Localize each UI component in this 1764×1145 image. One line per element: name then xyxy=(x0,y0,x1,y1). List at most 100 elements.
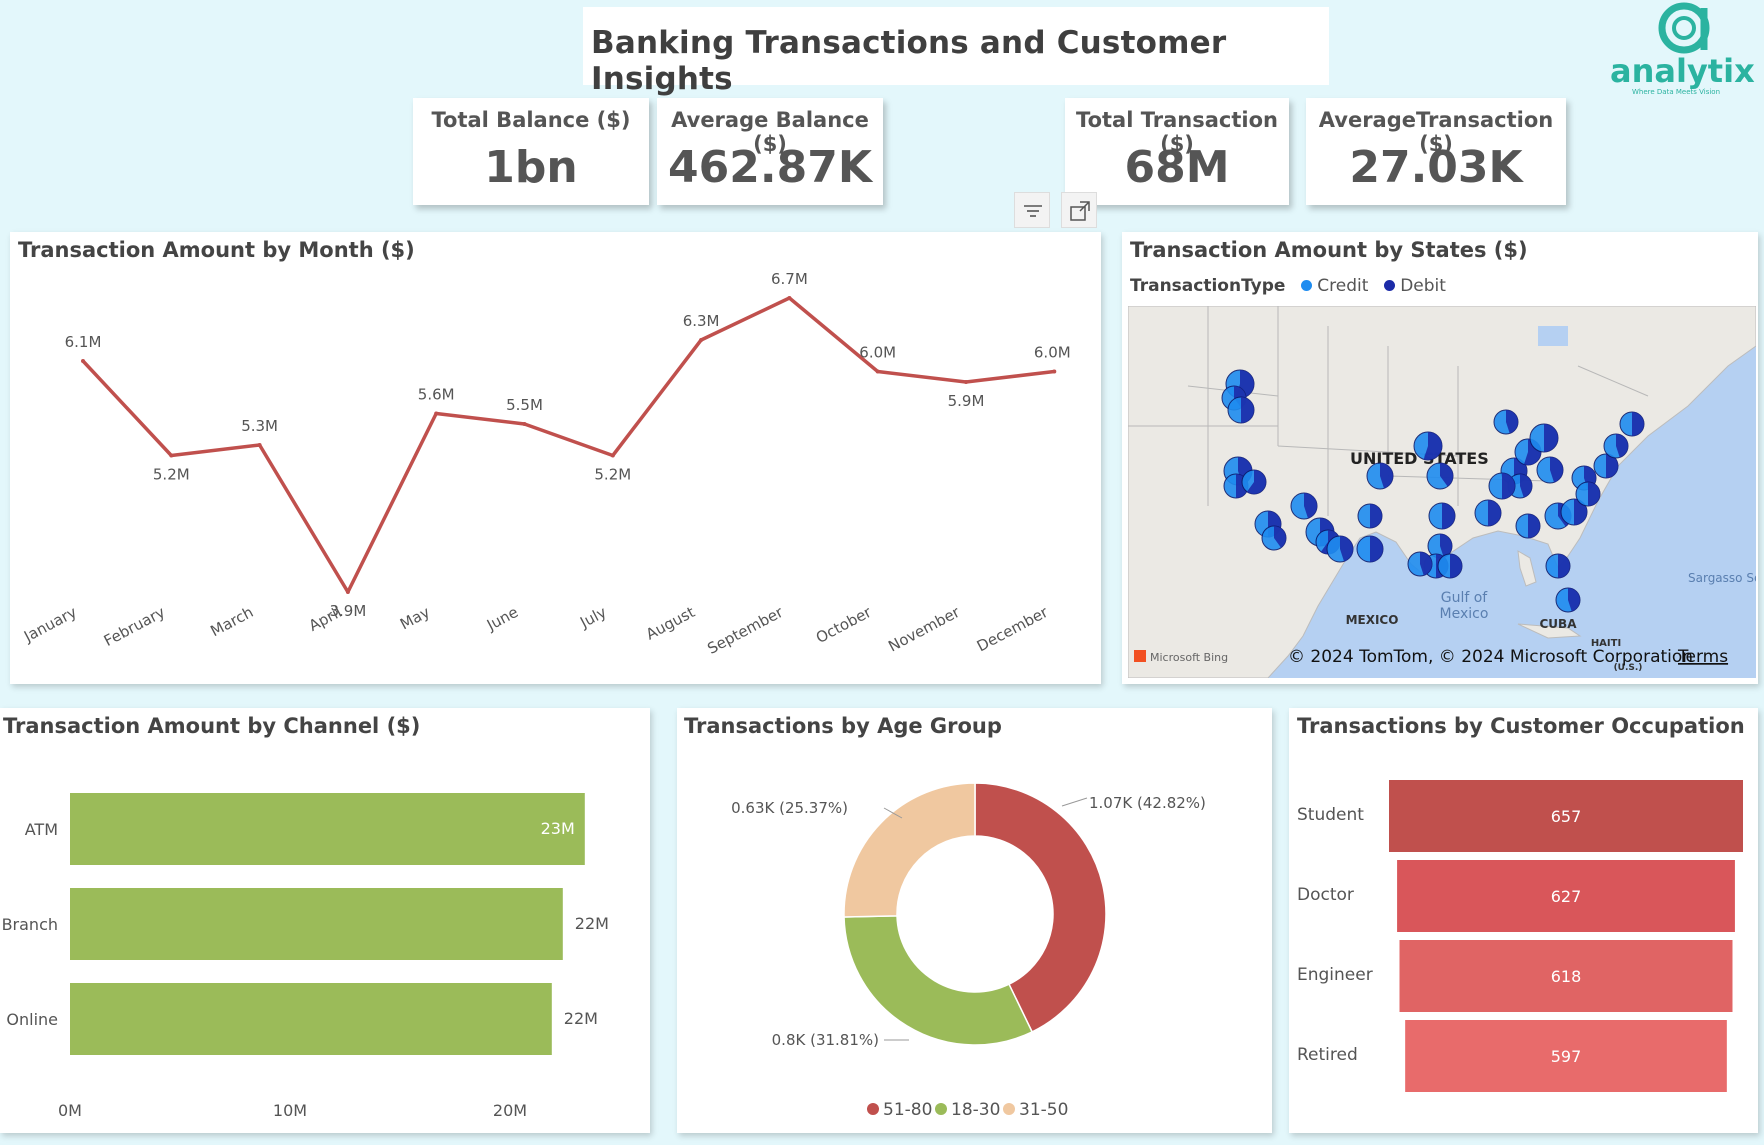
occupation-funnel-chart: 657 Student 627 Doctor 618 Engineer 597 Retired xyxy=(1297,780,1743,1092)
occupation-category-label: Retired xyxy=(1297,1045,1358,1065)
channel-data-label: 23M xyxy=(541,819,575,838)
channel-data-label: 22M xyxy=(564,1009,598,1028)
map-label-gulf: Gulf of xyxy=(1441,590,1489,606)
line-series xyxy=(81,296,1055,594)
legend-marker xyxy=(935,1103,947,1115)
age-donut-card: Transactions by Age Group 1.07K (42.82%)… xyxy=(677,708,1272,1133)
data-label: 5.3M xyxy=(241,417,278,435)
data-label: 6.3M xyxy=(683,312,720,330)
line-point xyxy=(875,369,880,374)
x-tick-label: October xyxy=(813,603,875,647)
x-tick-label: March xyxy=(207,603,256,640)
kpi-average-transaction: AverageTransaction ($) 27.03K xyxy=(1306,98,1566,205)
x-tick-label: 20M xyxy=(493,1101,527,1120)
line-point xyxy=(434,411,439,416)
line-point xyxy=(699,338,704,342)
channel-bar xyxy=(70,983,552,1055)
x-tick-label: September xyxy=(704,603,786,658)
map-view[interactable]: UNITED STATESGulf ofMexicoMEXICO CUBASarg… xyxy=(1128,306,1756,678)
x-tick-label: November xyxy=(885,603,963,656)
x-tick-label: December xyxy=(974,603,1052,656)
kpi-average-balance: Average Balance ($) 462.87K xyxy=(657,98,883,205)
occupation-value-label: 627 xyxy=(1551,887,1582,906)
line-point xyxy=(610,453,615,458)
filter-button[interactable] xyxy=(1014,192,1050,228)
data-label: 5.9M xyxy=(948,392,985,410)
legend-debit-label[interactable]: Debit xyxy=(1400,276,1446,296)
occupation-value-label: 597 xyxy=(1551,1047,1582,1066)
map-label-sargasso: Sargasso Sea xyxy=(1688,571,1756,585)
legend-debit-icon xyxy=(1383,280,1395,291)
donut-slice xyxy=(843,782,976,918)
occupation-category-label: Student xyxy=(1297,805,1364,825)
x-tick-label: February xyxy=(101,603,168,650)
x-tick-label: 0M xyxy=(58,1101,82,1120)
legend-label: 51-80 xyxy=(883,1100,932,1120)
focus-mode-icon xyxy=(1070,201,1090,221)
data-label: 5.2M xyxy=(153,466,190,484)
map-lake xyxy=(1538,326,1568,346)
x-tick-label: January xyxy=(20,603,80,646)
donut-leader-line xyxy=(1061,797,1088,807)
donut-data-label: 0.63K (25.37%) xyxy=(731,799,848,817)
donut-data-label: 0.8K (31.81%) xyxy=(772,1031,879,1049)
kpi-total-balance: Total Balance ($) 1bn xyxy=(413,98,649,205)
map-legend-title: TransactionType xyxy=(1130,276,1286,296)
x-tick-label: 10M xyxy=(273,1101,307,1120)
occupation-funnel-card: Transactions by Customer Occupation 657 S… xyxy=(1289,708,1758,1133)
line-chart: 6.1MJanuary5.2MFebruary5.3MMarch 3.9MApri… xyxy=(20,270,1071,658)
logo-tagline: Where Data Meets Vision xyxy=(1632,88,1720,96)
channel-bar-chart: ATM 23M Branch 22M Online 22M 0M 10M 20M xyxy=(2,793,609,1120)
kpi-value: 68M xyxy=(1124,142,1230,193)
channel-category-label: Branch xyxy=(2,915,58,934)
occupation-value-label: 618 xyxy=(1551,967,1582,986)
logo-wordmark: analytix xyxy=(1610,52,1755,90)
data-label: 5.6M xyxy=(418,386,455,404)
kpi-label: Total Balance ($) xyxy=(431,108,631,132)
channel-category-label: Online xyxy=(6,1010,58,1029)
donut-slice xyxy=(843,915,1034,1046)
occupation-value-label: 657 xyxy=(1551,807,1582,826)
legend-marker xyxy=(1003,1103,1015,1115)
map-label-gulf-2: Mexico xyxy=(1440,606,1489,622)
line-point xyxy=(345,590,350,594)
line-point xyxy=(964,380,968,384)
page-title: Banking Transactions and Customer Insigh… xyxy=(591,25,1227,97)
data-label: 6.0M xyxy=(1034,344,1071,362)
donut-data-label: 1.07K (42.82%) xyxy=(1089,794,1206,812)
map-legend: TransactionType Credit Debit xyxy=(1130,276,1446,296)
kpi-value: 462.87K xyxy=(668,142,872,193)
channel-data-label: 22M xyxy=(575,914,609,933)
line-point xyxy=(787,296,792,300)
legend-credit-label[interactable]: Credit xyxy=(1317,276,1368,296)
channel-bar-card: Transaction Amount by Channel ($) ATM 23M… xyxy=(0,708,650,1133)
x-tick-label: June xyxy=(483,603,521,635)
legend-label: 18-30 xyxy=(951,1100,1000,1120)
line-chart-card: Transaction Amount by Month ($) 6.1M Janu… xyxy=(10,232,1101,684)
focus-mode-button[interactable] xyxy=(1061,192,1097,228)
bing-logo-icon xyxy=(1134,650,1146,662)
channel-category-label: ATM xyxy=(25,820,58,839)
line-point xyxy=(81,359,85,363)
map-card: Transaction Amount by States ($) Transac… xyxy=(1122,232,1758,684)
data-label: 5.5M xyxy=(506,396,543,414)
map-attribution: © 2024 TomTom, © 2024 Microsoft Corporat… xyxy=(1288,647,1693,667)
data-label: 6.0M xyxy=(859,344,896,362)
line-point xyxy=(169,453,174,458)
x-tick-label: August xyxy=(643,603,698,644)
map-terms-link[interactable]: Terms xyxy=(1677,647,1728,667)
kpi-value: 27.03K xyxy=(1349,142,1523,193)
occupation-category-label: Doctor xyxy=(1297,885,1354,905)
age-donut-chart: 1.07K (42.82%) 0.8K (31.81%) 0.63K (25.37%… xyxy=(731,782,1206,1120)
analytix-logo: analytix Where Data Meets Vision xyxy=(1600,0,1764,100)
legend-marker xyxy=(867,1103,879,1115)
x-tick-label: May xyxy=(397,603,433,634)
channel-bar xyxy=(70,888,563,960)
legend-label: 31-50 xyxy=(1019,1100,1068,1120)
kpi-total-transaction: Total Transaction ($) 68M xyxy=(1065,98,1289,205)
filter-icon xyxy=(1024,205,1042,217)
line-point xyxy=(1052,369,1057,374)
map-label-mexico: MEXICO xyxy=(1346,613,1399,627)
legend-credit-icon xyxy=(1300,280,1312,291)
data-label: 6.1M xyxy=(65,333,102,351)
